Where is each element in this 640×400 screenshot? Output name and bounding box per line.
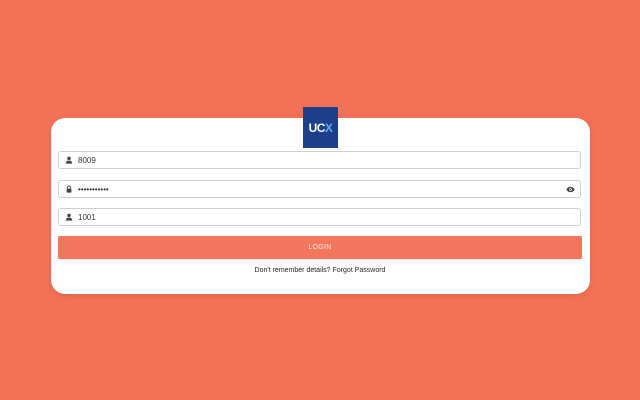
extension-field — [58, 208, 581, 226]
password-field — [58, 180, 581, 198]
username-field — [58, 151, 581, 169]
lock-icon — [61, 181, 77, 197]
user-icon — [61, 209, 77, 225]
logo-text: UCX — [308, 120, 333, 135]
extension-input[interactable] — [77, 210, 580, 224]
password-input[interactable] — [77, 182, 563, 196]
login-button[interactable]: LOGIN — [58, 236, 582, 259]
ucx-logo: UCX — [303, 107, 338, 148]
eye-icon[interactable] — [563, 182, 577, 196]
user-icon — [61, 152, 77, 168]
forgot-password-row: Don't remember details? Forgot Password — [58, 267, 582, 274]
help-question: Don't remember details? — [254, 267, 331, 274]
forgot-password-link[interactable]: Forgot Password — [333, 267, 386, 274]
username-input[interactable] — [77, 153, 580, 167]
